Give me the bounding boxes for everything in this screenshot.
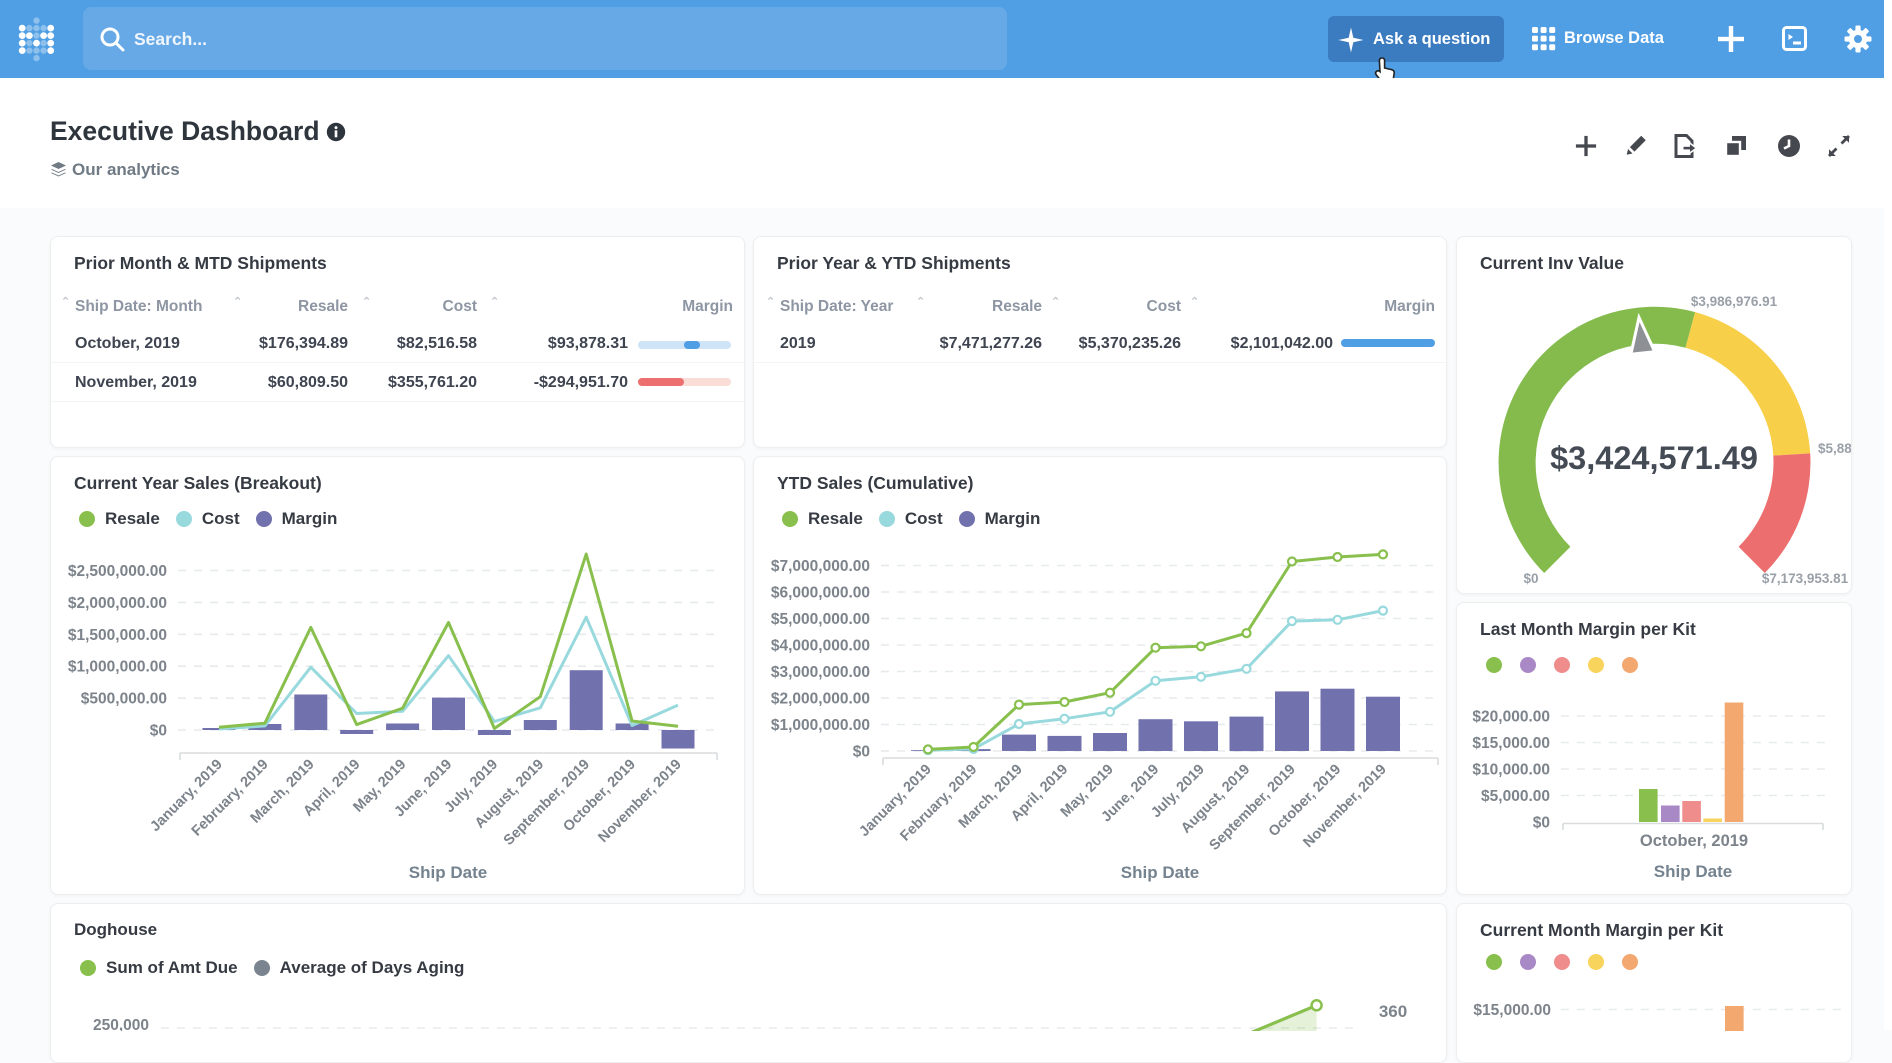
svg-text:$1,000,000.00: $1,000,000.00 — [68, 659, 167, 676]
svg-text:$1,500,000.00: $1,500,000.00 — [68, 627, 167, 644]
svg-text:$0: $0 — [150, 723, 167, 740]
svg-text:$1,000,000.00: $1,000,000.00 — [771, 717, 870, 734]
svg-text:$500,000.00: $500,000.00 — [81, 691, 167, 708]
svg-text:$15,000.00: $15,000.00 — [1472, 735, 1550, 752]
svg-text:250,000: 250,000 — [93, 1017, 149, 1031]
svg-text:$6,000,000.00: $6,000,000.00 — [771, 585, 870, 602]
svg-text:360: 360 — [1379, 1002, 1407, 1021]
svg-text:$2,000,000.00: $2,000,000.00 — [771, 691, 870, 708]
svg-text:$7,000,000.00: $7,000,000.00 — [771, 558, 870, 575]
svg-text:$10,000.00: $10,000.00 — [1472, 762, 1550, 779]
svg-text:$3,000,000.00: $3,000,000.00 — [771, 664, 870, 681]
svg-text:$0: $0 — [1523, 571, 1538, 586]
svg-text:Ship Date: Ship Date — [409, 863, 487, 882]
svg-text:$5,000.00: $5,000.00 — [1481, 788, 1550, 805]
svg-text:$5,889,5: $5,889,5 — [1818, 441, 1852, 456]
svg-text:November, 2019: November, 2019 — [1300, 762, 1389, 851]
svg-text:$15,000.00: $15,000.00 — [1473, 1002, 1551, 1019]
svg-text:$4,000,000.00: $4,000,000.00 — [771, 638, 870, 655]
svg-text:$5,000,000.00: $5,000,000.00 — [771, 611, 870, 628]
svg-text:Ship Date: Ship Date — [1654, 862, 1732, 881]
svg-text:September, 2019: September, 2019 — [501, 757, 593, 849]
svg-text:$0: $0 — [853, 744, 870, 761]
svg-text:$20,000.00: $20,000.00 — [1472, 709, 1550, 726]
svg-text:$3,424,571.49: $3,424,571.49 — [1550, 440, 1758, 476]
svg-text:$0: $0 — [1533, 815, 1550, 832]
svg-text:October, 2019: October, 2019 — [1640, 832, 1748, 850]
svg-text:$3,986,976.91: $3,986,976.91 — [1691, 294, 1778, 309]
svg-text:$7,173,953.81: $7,173,953.81 — [1762, 571, 1849, 586]
svg-text:November, 2019: November, 2019 — [595, 757, 684, 846]
svg-text:$2,000,000.00: $2,000,000.00 — [68, 595, 167, 612]
svg-text:Ship Date: Ship Date — [1121, 863, 1199, 882]
svg-text:$2,500,000.00: $2,500,000.00 — [68, 563, 167, 580]
svg-text:September, 2019: September, 2019 — [1207, 762, 1299, 854]
